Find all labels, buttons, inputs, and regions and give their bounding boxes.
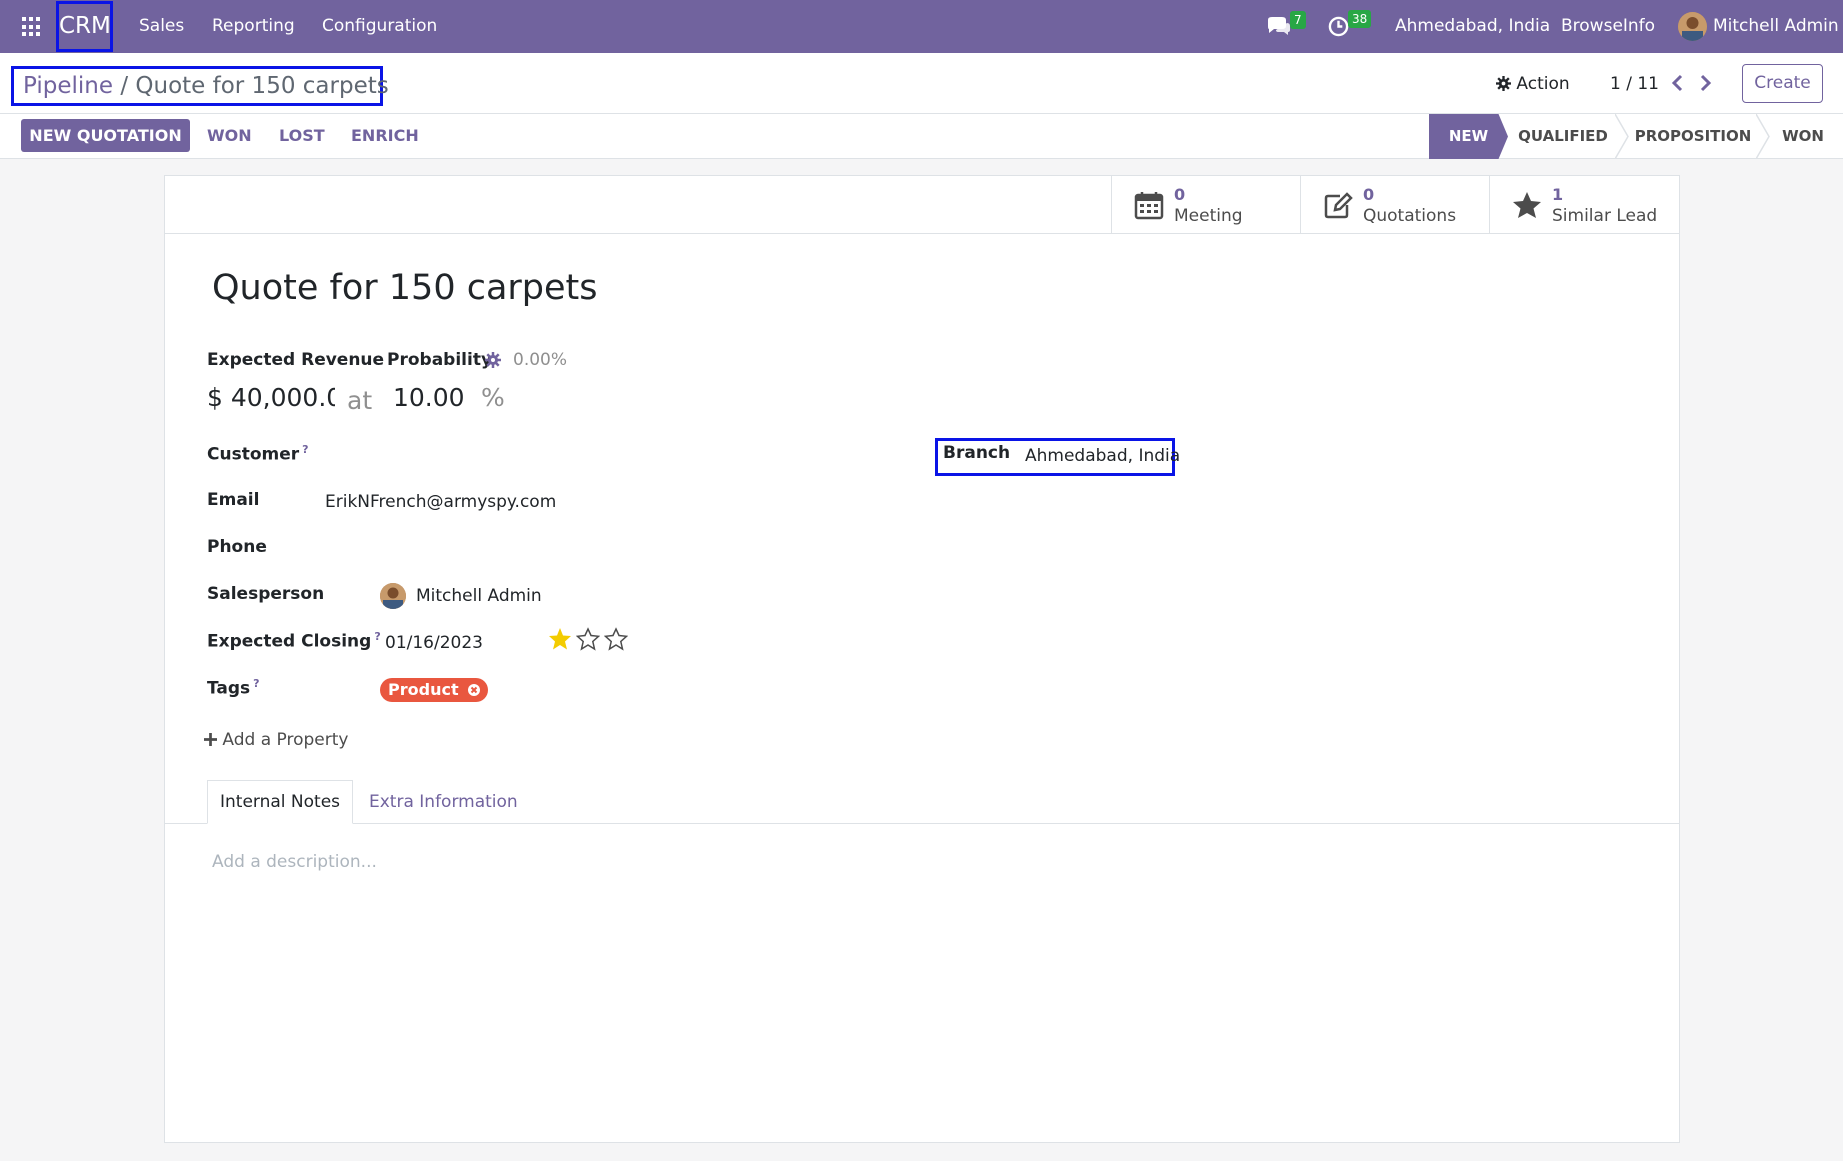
star-icon [1513,192,1541,218]
menu-sales[interactable]: Sales [139,0,184,53]
expected-revenue-label: Expected Revenue [207,350,385,370]
priority-star-empty-icon[interactable] [604,627,628,651]
help-icon: ? [302,443,309,456]
email-field[interactable]: ErikNFrench@armyspy.com [325,492,556,512]
stage-won[interactable]: WON [1770,114,1836,159]
percent-sign: % [481,383,505,412]
quotations-smart-button[interactable]: 0 Quotations [1300,176,1490,234]
chat-icon[interactable] [1266,17,1290,37]
tags-label: Tags? [207,677,260,699]
activities-count-badge: 38 [1348,10,1372,28]
user-avatar[interactable] [1678,12,1707,41]
probability-label: Probability [387,350,493,370]
tag-label: Product [388,680,459,699]
help-icon: ? [374,630,381,643]
similar-lead-smart-button[interactable]: 1 Similar Lead [1489,176,1679,234]
salesperson-avatar [380,583,406,609]
expected-revenue-input[interactable]: $ 40,000.0( [207,383,335,412]
create-button[interactable]: Create [1742,64,1823,103]
breadcrumb-current: Quote for 150 carpets [135,73,389,99]
breadcrumb-pipeline[interactable]: Pipeline [23,73,113,99]
action-button[interactable]: Action [1496,70,1570,98]
meeting-label: Meeting [1174,206,1243,226]
enrich-button[interactable]: ENRICH [351,119,419,152]
plus-icon [204,733,217,746]
meeting-count: 0 [1174,185,1186,204]
action-label: Action [1516,74,1570,94]
new-quotation-button[interactable]: NEW QUOTATION [21,119,190,152]
form-sheet [164,175,1680,1143]
similar-lead-label: Similar Lead [1552,206,1658,226]
priority-star-icon[interactable] [548,627,572,651]
user-menu[interactable]: Mitchell Admin [1713,0,1839,53]
priority-star-empty-icon[interactable] [576,627,600,651]
expected-closing-label: Expected Closing? [207,630,381,652]
pager-value[interactable]: 1 / 11 [1610,70,1659,98]
menu-configuration[interactable]: Configuration [322,0,437,53]
add-property-label: Add a Property [222,730,349,750]
app-brand-crm[interactable]: CRM [56,1,113,52]
apps-grid-icon[interactable] [22,17,42,37]
db-name[interactable]: BrowseInfo [1561,0,1655,53]
stage-separator [1756,114,1770,159]
customer-label: Customer? [207,443,309,465]
calendar-icon [1134,192,1164,220]
gear-icon[interactable] [485,352,501,368]
meeting-smart-button[interactable]: 0 Meeting [1111,176,1301,234]
top-navbar: CRM Sales Reporting Configuration 7 38 A… [0,0,1843,53]
branch-field[interactable]: Ahmedabad, India [1025,446,1180,466]
stage-separator [1615,114,1629,159]
email-label: Email [207,490,260,510]
chevron-left-icon[interactable] [1667,72,1689,94]
close-icon[interactable] [468,684,481,696]
breadcrumb: Pipeline / Quote for 150 carpets [11,66,389,106]
at-text: at [347,386,373,415]
tab-internal-notes[interactable]: Internal Notes [207,780,353,824]
help-icon: ? [253,677,260,690]
probability-input[interactable]: 10.00 [393,383,465,412]
chevron-right-icon[interactable] [1694,72,1716,94]
stage-new[interactable]: NEW [1429,114,1508,159]
clock-icon[interactable] [1328,16,1349,37]
stage-qualified[interactable]: QUALIFIED [1508,114,1618,159]
salesperson-label: Salesperson [207,584,325,604]
expected-closing-field[interactable]: 01/16/2023 [385,633,483,653]
stage-proposition[interactable]: PROPOSITION [1629,114,1757,159]
lead-title[interactable]: Quote for 150 carpets [212,268,598,308]
similar-lead-count: 1 [1552,185,1564,204]
quotations-label: Quotations [1363,206,1457,226]
auto-probability: 0.00% [513,350,568,370]
tab-extra-information[interactable]: Extra Information [369,780,518,824]
phone-label: Phone [207,537,267,557]
messages-count-badge: 7 [1290,11,1306,29]
tag-product[interactable]: Product [380,678,489,702]
company-switcher[interactable]: Ahmedabad, India [1395,0,1550,53]
salesperson-field[interactable]: Mitchell Admin [416,586,542,606]
add-property-button[interactable]: Add a Property [204,730,348,750]
branch-label: Branch [943,443,1011,463]
won-button[interactable]: WON [207,119,252,152]
menu-reporting[interactable]: Reporting [212,0,295,53]
breadcrumb-separator: / [120,73,129,99]
edit-icon [1324,192,1353,219]
quotations-count: 0 [1363,185,1375,204]
gear-icon [1496,76,1511,91]
description-input[interactable]: Add a description... [212,852,377,872]
lost-button[interactable]: LOST [279,119,325,152]
